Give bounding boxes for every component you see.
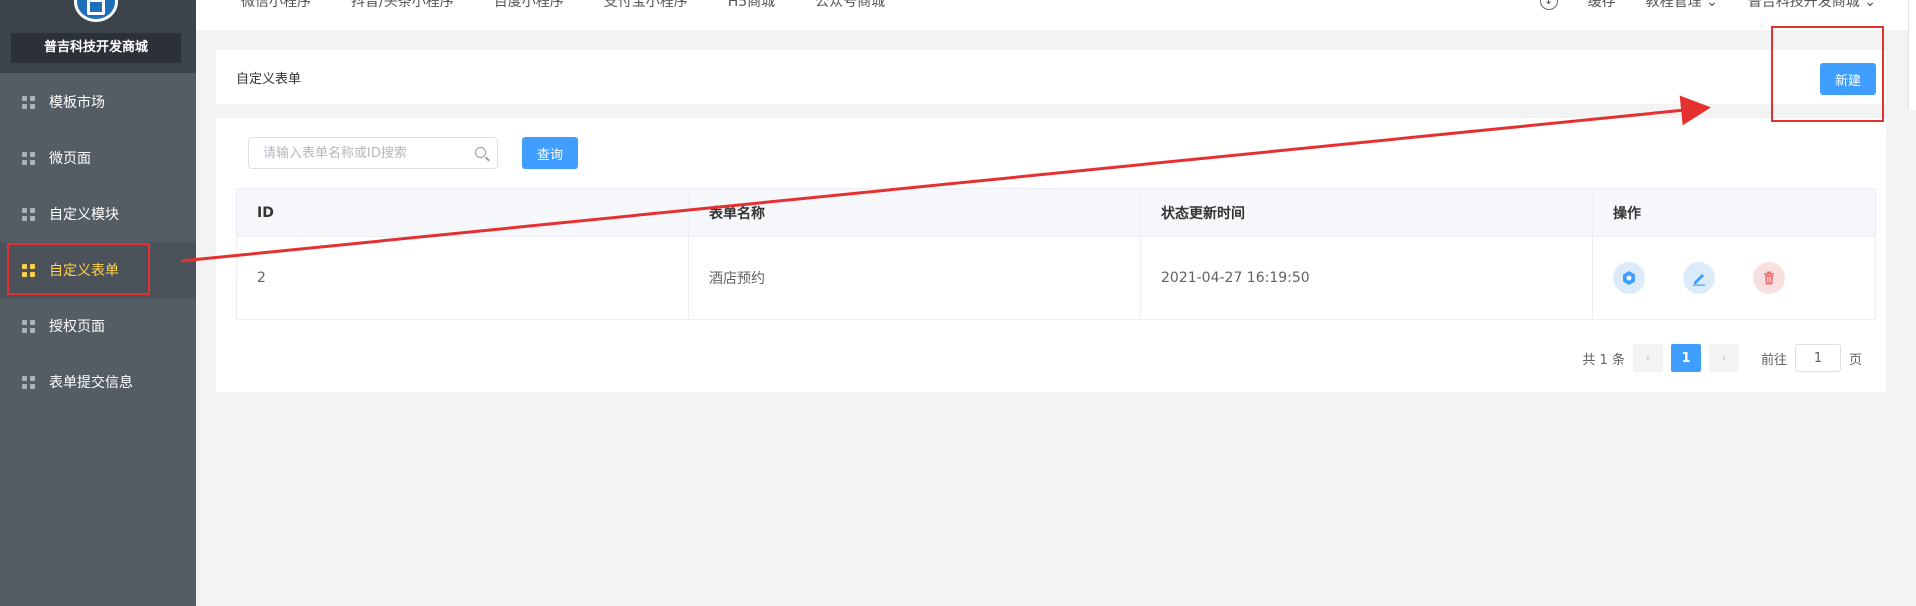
annotation-arrow xyxy=(180,95,1711,263)
